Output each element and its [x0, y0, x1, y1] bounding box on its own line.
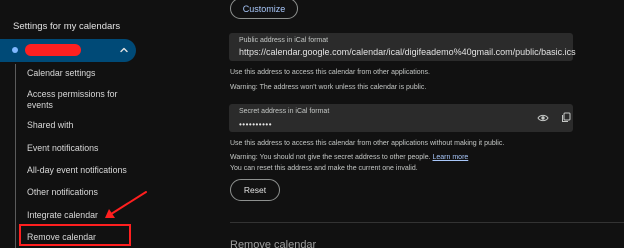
remove-calendar-section-title: Remove calendar [230, 239, 317, 248]
calendar-settings-page: Settings for my calendars Calendar setti… [0, 0, 624, 248]
section-divider [230, 222, 624, 223]
secret-address-value[interactable]: •••••••••• [239, 120, 272, 129]
chevron-up-icon[interactable] [119, 45, 129, 55]
eye-icon[interactable] [537, 113, 549, 123]
public-address-label: Public address in iCal format [239, 37, 329, 44]
sidebar-item-access-permissions[interactable]: Access permissions for events [27, 89, 137, 111]
settings-sidebar: Settings for my calendars Calendar setti… [0, 0, 212, 248]
sidebar-item-shared-with[interactable]: Shared with [27, 120, 73, 131]
sidebar-heading: Settings for my calendars [13, 21, 121, 32]
sidebar-item-calendar-settings[interactable]: Calendar settings [27, 68, 95, 79]
secret-address-label: Secret address in iCal format [239, 108, 330, 115]
customize-button[interactable]: Customize [230, 0, 298, 19]
calendar-color-dot [12, 47, 18, 53]
sidebar-item-all-day-notifications[interactable]: All-day event notifications [27, 165, 127, 176]
settings-main-panel: Customize Public address in iCal format … [212, 0, 624, 248]
secret-address-field[interactable]: Secret address in iCal format •••••••••• [229, 104, 573, 132]
remove-calendar-highlight-box [19, 224, 131, 246]
secret-address-warning-line: Warning: You should not give the secret … [230, 154, 468, 161]
public-address-warning: Warning: The address won't work unless t… [230, 84, 427, 91]
calendar-entry[interactable] [0, 39, 136, 62]
sidebar-item-integrate-calendar[interactable]: Integrate calendar [27, 210, 98, 221]
public-address-field[interactable]: Public address in iCal format https://ca… [229, 33, 576, 61]
public-address-help: Use this address to access this calendar… [230, 69, 430, 76]
redacted-calendar-name [25, 44, 81, 56]
copy-icon[interactable] [561, 112, 571, 123]
secret-address-help: Use this address to access this calendar… [230, 140, 505, 147]
reset-help: You can reset this address and make the … [230, 165, 418, 172]
annotation-arrow [105, 191, 147, 218]
learn-more-link[interactable]: Learn more [433, 154, 469, 161]
sidebar-tree-line [15, 64, 16, 248]
sidebar-item-other-notifications[interactable]: Other notifications [27, 187, 98, 198]
reset-button[interactable]: Reset [230, 179, 280, 201]
sidebar-item-event-notifications[interactable]: Event notifications [27, 143, 98, 154]
public-address-value[interactable]: https://calendar.google.com/calendar/ica… [239, 47, 576, 57]
secret-address-warning: Warning: You should not give the secret … [230, 154, 431, 161]
